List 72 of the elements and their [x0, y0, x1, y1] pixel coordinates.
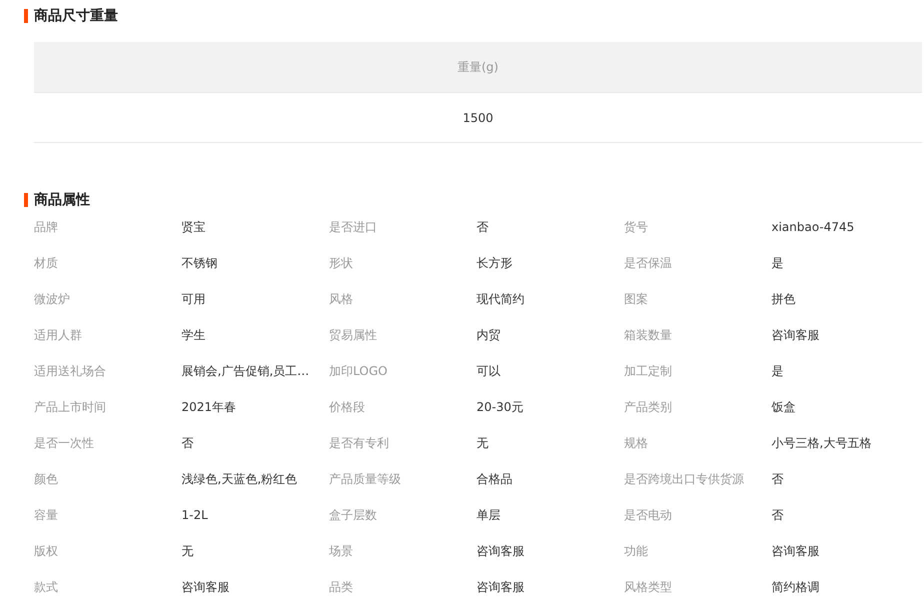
attribute-label: 版权 [34, 542, 59, 560]
attribute-label: 图案 [624, 290, 649, 308]
attribute-value: 咨询客服 [772, 542, 820, 560]
attribute-value: 是 [772, 362, 784, 380]
attribute-value: 1-2L [182, 508, 209, 522]
attribute-value: 20-30元 [476, 398, 524, 416]
attribute-value: 饭盒 [772, 398, 796, 416]
attribute-value: 贤宝 [182, 218, 206, 236]
attribute-value: 否 [476, 218, 490, 236]
attribute-value: 否 [772, 506, 784, 524]
attribute-value: 拼色 [772, 290, 796, 308]
attribute-value: 咨询客服 [772, 326, 820, 344]
attribute-label: 贸易属性 [329, 326, 378, 344]
attribute-label: 盒子层数 [329, 506, 378, 524]
attribute-label: 加印LOGO [329, 362, 388, 380]
attribute-value: 现代简约 [476, 290, 526, 308]
attribute-label: 是否有专利 [329, 434, 390, 452]
attribute-label: 规格 [624, 434, 649, 452]
attribute-label: 微波炉 [34, 290, 71, 308]
attribute-value: 小号三格,大号五格 [772, 434, 872, 452]
attribute-label: 产品类别 [624, 398, 673, 416]
attribute-value: 学生 [182, 326, 206, 344]
attribute-label: 是否一次性 [34, 434, 95, 452]
attribute-label: 容量 [34, 506, 59, 524]
attribute-value: 咨询客服 [182, 578, 230, 596]
attribute-label: 是否电动 [624, 506, 673, 524]
attribute-label: 材质 [34, 254, 59, 272]
attribute-value: 长方形 [476, 254, 514, 272]
table-cell: 1500 [34, 92, 922, 142]
attribute-label: 产品上市时间 [34, 398, 107, 416]
attribute-label: 适用人群 [34, 326, 83, 344]
heading-accent-bar [24, 9, 28, 23]
attribute-label: 风格类型 [624, 578, 673, 596]
attribute-value: 简约格调 [772, 578, 820, 596]
attribute-value: 无 [476, 434, 490, 452]
attribute-value: 无 [182, 542, 194, 560]
attribute-value: xianbao-4745 [772, 220, 856, 234]
attribute-label: 适用送礼场合 [34, 362, 107, 380]
attribute-value: 否 [772, 470, 784, 488]
attribute-label: 款式 [34, 578, 59, 596]
attribute-label: 是否保温 [624, 254, 673, 272]
attribute-label: 货号 [624, 218, 649, 236]
attribute-value: 不锈钢 [182, 254, 218, 272]
section-heading: 商品尺寸重量 [34, 6, 118, 26]
attribute-label: 颜色 [34, 470, 59, 488]
attribute-value: 内贸 [476, 326, 502, 344]
attribute-label: 是否进口 [329, 218, 378, 236]
column-header: 重量(g) [34, 42, 922, 92]
attribute-value: 合格品 [476, 470, 514, 488]
attribute-label: 是否跨境出口专供货源 [624, 470, 745, 488]
attribute-value: 咨询客服 [476, 578, 526, 596]
attribute-label: 产品质量等级 [329, 470, 402, 488]
attribute-value: 展销会,广告促销,员工… [182, 362, 310, 380]
attribute-value: 咨询客服 [476, 542, 526, 560]
attribute-label: 价格段 [329, 398, 366, 416]
attribute-value: 否 [182, 434, 194, 452]
attribute-label: 品类 [329, 578, 354, 596]
attribute-value: 2021年春 [182, 398, 238, 416]
attribute-label: 箱装数量 [624, 326, 673, 344]
attribute-label: 功能 [624, 542, 649, 560]
attribute-value: 是 [772, 254, 784, 272]
attribute-label: 场景 [329, 542, 354, 560]
section-heading: 商品属性 [34, 190, 90, 210]
attribute-value: 单层 [476, 506, 502, 524]
attribute-value: 可以 [476, 362, 502, 380]
attribute-label: 形状 [329, 254, 354, 272]
attribute-label: 风格 [329, 290, 354, 308]
heading-accent-bar [24, 193, 28, 207]
attribute-value: 可用 [182, 290, 206, 308]
attribute-label: 品牌 [34, 218, 59, 236]
attribute-value: 浅绿色,天蓝色,粉红色 [182, 470, 298, 488]
attribute-label: 加工定制 [624, 362, 673, 380]
